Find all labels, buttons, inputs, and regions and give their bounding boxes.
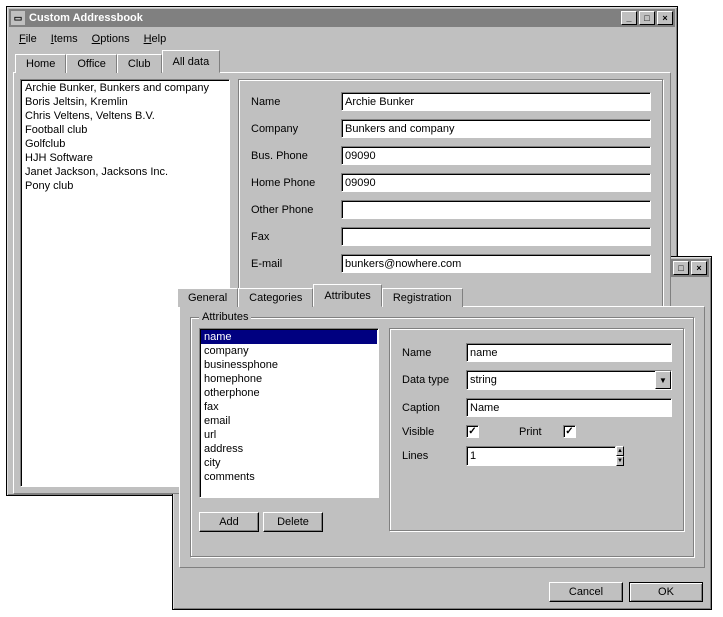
fax-field[interactable] xyxy=(341,227,651,246)
lines-field[interactable] xyxy=(466,446,616,466)
tab-general[interactable]: General xyxy=(177,288,238,307)
minimize-button[interactable]: _ xyxy=(621,11,637,25)
list-item[interactable]: company xyxy=(201,344,377,358)
label-busphone: Bus. Phone xyxy=(251,150,341,162)
attributes-listbox[interactable]: name company businessphone homephone oth… xyxy=(199,328,379,498)
menu-options[interactable]: Options xyxy=(86,31,136,47)
label-datatype: Data type xyxy=(402,374,466,386)
list-item[interactable]: email xyxy=(201,414,377,428)
list-item[interactable]: fax xyxy=(201,400,377,414)
maximize-button[interactable]: □ xyxy=(639,11,655,25)
tab-home[interactable]: Home xyxy=(15,54,66,73)
list-item[interactable]: Archie Bunker, Bunkers and company xyxy=(22,81,228,95)
busphone-field[interactable] xyxy=(341,146,651,165)
list-item[interactable]: Pony club xyxy=(22,179,228,193)
spinner-down-icon[interactable]: ▼ xyxy=(616,456,624,466)
maximize-button[interactable]: □ xyxy=(673,261,689,275)
list-item[interactable]: businessphone xyxy=(201,358,377,372)
spinner-up-icon[interactable]: ▲ xyxy=(616,446,624,456)
list-item[interactable]: otherphone xyxy=(201,386,377,400)
visible-checkbox[interactable]: ✓ xyxy=(466,425,479,438)
label-attr-name: Name xyxy=(402,347,466,359)
tab-categories[interactable]: Categories xyxy=(238,288,313,307)
company-field[interactable] xyxy=(341,119,651,138)
main-tabstrip: Home Office Club All data xyxy=(11,49,677,72)
print-checkbox[interactable]: ✓ xyxy=(563,425,576,438)
label-visible: Visible xyxy=(402,426,466,438)
main-titlebar[interactable]: ▭ Custom Addressbook _ □ × xyxy=(9,9,675,27)
menu-items[interactable]: Items xyxy=(45,31,84,47)
list-item[interactable]: Boris Jeltsin, Kremlin xyxy=(22,95,228,109)
attr-name-field[interactable] xyxy=(466,343,672,362)
email-field[interactable] xyxy=(341,254,651,273)
settings-tabstrip: General Categories Attributes Registrati… xyxy=(173,283,711,306)
label-email: E-mail xyxy=(251,258,341,270)
caption-field[interactable] xyxy=(466,398,672,417)
label-otherphone: Other Phone xyxy=(251,204,341,216)
label-lines: Lines xyxy=(402,450,466,462)
label-company: Company xyxy=(251,123,341,135)
tab-attributes[interactable]: Attributes xyxy=(313,284,381,307)
attributes-group: Attributes name company businessphone ho… xyxy=(190,317,694,557)
homephone-field[interactable] xyxy=(341,173,651,192)
tab-office[interactable]: Office xyxy=(66,54,117,73)
list-item[interactable]: comments xyxy=(201,470,377,484)
list-item[interactable]: Janet Jackson, Jacksons Inc. xyxy=(22,165,228,179)
list-item[interactable]: name xyxy=(201,330,377,344)
label-homephone: Home Phone xyxy=(251,177,341,189)
tab-alldata[interactable]: All data xyxy=(162,50,221,73)
list-item[interactable]: HJH Software xyxy=(22,151,228,165)
tab-registration[interactable]: Registration xyxy=(382,288,463,307)
attribute-detail-panel: Name Data type string ▼ Caption xyxy=(389,328,685,532)
chevron-down-icon[interactable]: ▼ xyxy=(655,371,671,389)
app-icon: ▭ xyxy=(11,11,25,25)
label-caption: Caption xyxy=(402,402,466,414)
settings-tabpane: Attributes name company businessphone ho… xyxy=(179,306,705,568)
list-item[interactable]: Football club xyxy=(22,123,228,137)
dialog-buttons: Cancel OK xyxy=(173,574,711,610)
list-item[interactable]: Golfclub xyxy=(22,137,228,151)
lines-spinner[interactable]: ▲ ▼ xyxy=(466,446,546,466)
list-item[interactable]: Chris Veltens, Veltens B.V. xyxy=(22,109,228,123)
label-fax: Fax xyxy=(251,231,341,243)
menubar: File Items Options Help xyxy=(7,29,677,49)
delete-button[interactable]: Delete xyxy=(263,512,323,532)
label-print: Print xyxy=(519,426,563,438)
menu-help[interactable]: Help xyxy=(138,31,173,47)
tab-club[interactable]: Club xyxy=(117,54,162,73)
ok-button[interactable]: OK xyxy=(629,582,703,602)
main-title: Custom Addressbook xyxy=(29,12,143,24)
cancel-button[interactable]: Cancel xyxy=(549,582,623,602)
datatype-select[interactable]: string ▼ xyxy=(466,370,672,390)
list-item[interactable]: homephone xyxy=(201,372,377,386)
close-button[interactable]: × xyxy=(657,11,673,25)
add-button[interactable]: Add xyxy=(199,512,259,532)
list-item[interactable]: url xyxy=(201,428,377,442)
settings-window: ▭ Addressbook Settings _ □ × General Cat… xyxy=(172,256,712,610)
label-name: Name xyxy=(251,96,341,108)
list-item[interactable]: city xyxy=(201,456,377,470)
menu-file[interactable]: File xyxy=(13,31,43,47)
group-legend: Attributes xyxy=(199,311,251,323)
list-item[interactable]: address xyxy=(201,442,377,456)
name-field[interactable] xyxy=(341,92,651,111)
otherphone-field[interactable] xyxy=(341,200,651,219)
close-button[interactable]: × xyxy=(691,261,707,275)
